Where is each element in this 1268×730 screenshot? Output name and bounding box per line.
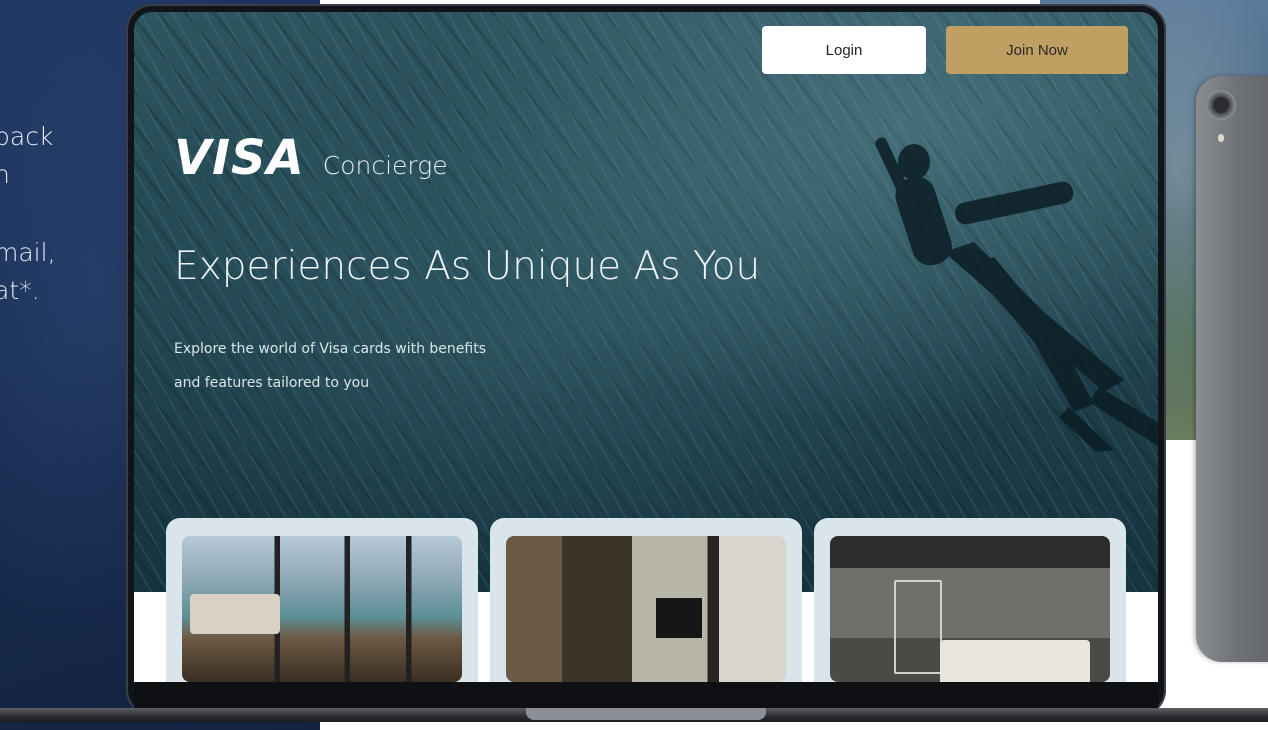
- tablet-camera-icon: [1206, 90, 1236, 120]
- diver-silhouette-icon: [875, 137, 1158, 452]
- tablet-device: [1196, 76, 1268, 662]
- left-panel-text: back h mail, at*.: [0, 118, 56, 310]
- login-button[interactable]: Login: [762, 26, 926, 74]
- left-text-line: back: [0, 122, 54, 151]
- left-text-line: h: [0, 160, 10, 189]
- laptop-notch: [526, 708, 766, 720]
- left-text-line: at*.: [0, 276, 40, 305]
- brand-logo[interactable]: VISA Concierge: [174, 130, 448, 186]
- experience-card[interactable]: [166, 518, 478, 682]
- laptop-screen-bezel: [134, 682, 1158, 708]
- experience-card[interactable]: [490, 518, 802, 682]
- tablet-flash-icon: [1218, 134, 1224, 142]
- hero-subtext: Explore the world of Visa cards with ben…: [174, 332, 534, 400]
- left-text-line: mail,: [0, 238, 56, 267]
- hero-banner: Login Join Now VISA Concierge Experience…: [134, 12, 1158, 592]
- experience-card-image: [182, 536, 462, 682]
- experience-card[interactable]: [814, 518, 1126, 682]
- laptop-screen: Login Join Now VISA Concierge Experience…: [134, 12, 1158, 682]
- left-text-gap: [0, 194, 56, 234]
- hero-subtext-line: Explore the world of Visa cards with ben…: [174, 341, 486, 357]
- experience-card-image: [830, 536, 1110, 682]
- hero-headline: Experiences As Unique As You: [174, 244, 761, 289]
- hero-subtext-line: and features tailored to you: [174, 375, 370, 391]
- experience-card-image: [506, 536, 786, 682]
- join-now-button[interactable]: Join Now: [946, 26, 1128, 74]
- visa-logo: VISA: [174, 130, 305, 186]
- brand-suffix: Concierge: [322, 151, 448, 180]
